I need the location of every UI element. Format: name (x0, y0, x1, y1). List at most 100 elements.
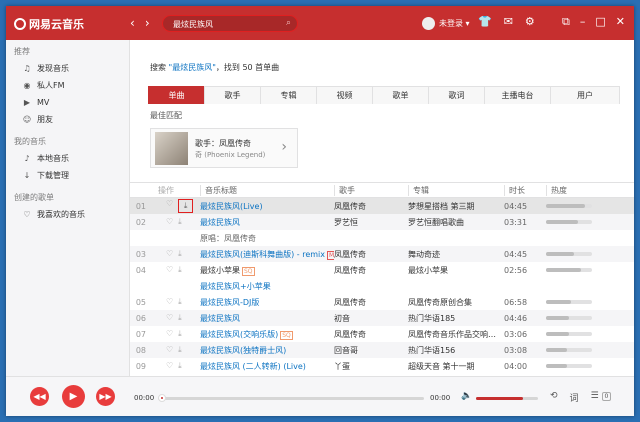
song-artist[interactable]: 凤凰传奇 (334, 329, 408, 340)
heart-icon[interactable]: ♡ (166, 313, 173, 323)
song-artist[interactable]: 凤凰传奇 (334, 201, 408, 212)
download-icon[interactable]: ⤓ (178, 217, 182, 227)
search-icon[interactable]: ⌕ (286, 18, 291, 28)
table-row[interactable]: 07 ♡ ⤓ 最炫民族风(交响乐版) SQ 凤凰传奇 凤凰传奇音乐作品交响… 03:06 (130, 326, 634, 342)
song-artist[interactable]: 凤凰传奇 (334, 249, 408, 260)
heart-icon[interactable]: ♡ (166, 297, 173, 307)
user-login[interactable]: 未登录 ▾ (422, 17, 470, 30)
download-icon[interactable]: ⤓ (178, 199, 194, 213)
heart-icon[interactable]: ♡ (166, 249, 173, 259)
settings-icon[interactable]: ⚙ (525, 15, 535, 28)
mail-icon[interactable]: ✉ (504, 15, 513, 28)
table-row[interactable]: 04 ♡ ⤓ 最炫小苹果 SQ 凤凰传奇 最炫小苹果 02:56 (130, 262, 634, 278)
heart-icon[interactable]: ♡ (166, 345, 173, 355)
tab-users[interactable]: 用户 (550, 86, 620, 104)
song-album[interactable]: 梦想星搭档 第三期 (408, 201, 504, 212)
forward-icon[interactable]: › (145, 16, 150, 30)
table-row[interactable]: 05 ♡ ⤓ 最炫民族风-DJ版 凤凰传奇 凤凰传奇原创合集 06:58 (130, 294, 634, 310)
maximize-icon[interactable]: □ (595, 15, 605, 29)
col-album[interactable]: 专辑 (408, 184, 504, 196)
download-icon[interactable]: ⤓ (178, 329, 182, 339)
sidebar-item-fm[interactable]: ◉ 私人FM (6, 77, 129, 94)
download-icon[interactable]: ⤓ (178, 345, 182, 355)
table-row[interactable]: 06 ♡ ⤓ 最炫民族风 初音 热门华语185 04:46 (130, 310, 634, 326)
table-row[interactable]: 09 ♡ ⤓ 最炫民族风 (二人转新) (Live) 丫蛋 超级天音 第十一期 04:00 (130, 358, 634, 374)
song-album[interactable]: 超级天音 第十一期 (408, 361, 504, 372)
app-logo[interactable]: 网易云音乐 (14, 16, 84, 32)
col-title[interactable]: 音乐标题 (200, 184, 334, 196)
song-album[interactable]: 热门华语185 (408, 313, 504, 324)
volume-icon[interactable]: 🔈 (461, 391, 472, 401)
progress-handle[interactable] (158, 394, 166, 402)
song-artist[interactable]: 初音 (334, 313, 408, 324)
song-title[interactable]: 最炫民族风(迪斯科舞曲版) - remixMV (200, 249, 334, 260)
download-icon[interactable]: ⤓ (178, 249, 182, 259)
download-icon[interactable]: ⤓ (178, 265, 182, 275)
prev-track-icon[interactable]: ◀◀ (30, 387, 49, 406)
heart-icon[interactable]: ♡ (166, 199, 173, 213)
lyrics-icon[interactable]: 词 (570, 391, 579, 404)
mini-mode-icon[interactable]: ⧉ (562, 15, 570, 29)
song-title[interactable]: 最炫小苹果 SQ (200, 265, 334, 276)
heart-icon[interactable]: ♡ (166, 361, 173, 371)
back-icon[interactable]: ‹ (130, 16, 135, 30)
minimize-icon[interactable]: – (580, 15, 586, 29)
sidebar-item-downloads[interactable]: ↓ 下载管理 (6, 167, 129, 184)
download-icon[interactable]: ⤓ (178, 313, 182, 323)
song-title[interactable]: 最炫民族风(交响乐版) SQ (200, 329, 334, 340)
next-track-icon[interactable]: ▶▶ (96, 387, 115, 406)
song-artist[interactable]: 罗艺恒 (334, 217, 408, 228)
song-title[interactable]: 最炫民族风 (二人转新) (Live) (200, 361, 334, 372)
table-row[interactable]: 08 ♡ ⤓ 最炫民族风(独特爵士风) 回音哥 热门华语156 03:08 (130, 342, 634, 358)
song-title[interactable]: 最炫民族风-DJ版 (200, 297, 334, 308)
sidebar-item-friends[interactable]: ☺ 朋友 (6, 111, 129, 128)
song-title[interactable]: 最炫民族风 (200, 313, 334, 324)
mv-badge[interactable]: MV (327, 250, 334, 260)
close-icon[interactable]: ✕ (616, 15, 625, 29)
play-icon[interactable]: ▶ (62, 385, 85, 408)
tab-songs[interactable]: 单曲 (148, 86, 204, 104)
sidebar-item-liked-music[interactable]: ♡ 我喜欢的音乐 (6, 206, 129, 223)
heart-icon[interactable]: ♡ (166, 265, 173, 275)
sidebar-item-mv[interactable]: ▶ MV (6, 94, 129, 111)
tab-albums[interactable]: 专辑 (260, 86, 316, 104)
song-artist[interactable]: 凤凰传奇 (334, 297, 408, 308)
song-album[interactable]: 热门华语156 (408, 345, 504, 356)
song-title[interactable]: 最炫民族风 (200, 217, 334, 228)
progress-slider[interactable] (158, 394, 424, 402)
song-album[interactable]: 最炫小苹果 (408, 265, 504, 276)
avatar[interactable] (422, 17, 435, 30)
song-album[interactable]: 凤凰传奇音乐作品交响… (408, 329, 504, 340)
tab-playlists[interactable]: 歌单 (372, 86, 428, 104)
volume-slider[interactable] (476, 397, 538, 400)
song-album[interactable]: 舞动奇迹 (408, 249, 504, 260)
table-row[interactable]: 03♡⤓最炫民族风(迪斯科舞曲版) - remixMV凤凰传奇舞动奇迹04:45 (130, 246, 634, 262)
song-title[interactable]: 最炫民族风(Live) (200, 201, 334, 212)
playlist-icon[interactable]: ☰ 0 (591, 391, 612, 404)
tab-videos[interactable]: 视频 (316, 86, 372, 104)
tab-lyrics[interactable]: 歌词 (428, 86, 484, 104)
sidebar-item-local-music[interactable]: ♪ 本地音乐 (6, 150, 129, 167)
table-row[interactable]: 01 ♡ ⤓ 最炫民族风(Live) 凤凰传奇 梦想星搭档 第三期 04:45 (130, 198, 634, 214)
song-title[interactable]: 最炫民族风(独特爵士风) (200, 345, 334, 356)
download-icon[interactable]: ⤓ (178, 361, 182, 371)
song-album[interactable]: 凤凰传奇原创合集 (408, 297, 504, 308)
heart-icon[interactable]: ♡ (166, 329, 173, 339)
loop-icon[interactable]: ⟲ (550, 391, 558, 404)
col-duration[interactable]: 时长 (504, 184, 546, 196)
search-input[interactable]: 最炫民族风 ⌕ (162, 15, 298, 32)
song-album[interactable]: 罗艺恒翻唱歌曲 (408, 217, 504, 228)
skin-icon[interactable]: 👕 (478, 15, 492, 28)
download-icon[interactable]: ⤓ (178, 297, 182, 307)
col-heat[interactable]: 热度 (546, 184, 606, 196)
song-artist[interactable]: 回音哥 (334, 345, 408, 356)
song-artist[interactable]: 丫蛋 (334, 361, 408, 372)
heart-icon[interactable]: ♡ (166, 217, 173, 227)
sidebar-item-discover[interactable]: ♫ 发现音乐 (6, 60, 129, 77)
table-row[interactable]: 02 ♡ ⤓ 最炫民族风 罗艺恒 罗艺恒翻唱歌曲 03:31 (130, 214, 634, 230)
col-artist[interactable]: 歌手 (334, 184, 408, 196)
song-artist[interactable]: 凤凰传奇 (334, 265, 408, 276)
tab-radio[interactable]: 主播电台 (484, 86, 550, 104)
tab-artists[interactable]: 歌手 (204, 86, 260, 104)
best-match-card[interactable]: 歌手：凤凰传奇 奇 (Phoenix Legend) › (150, 128, 298, 168)
